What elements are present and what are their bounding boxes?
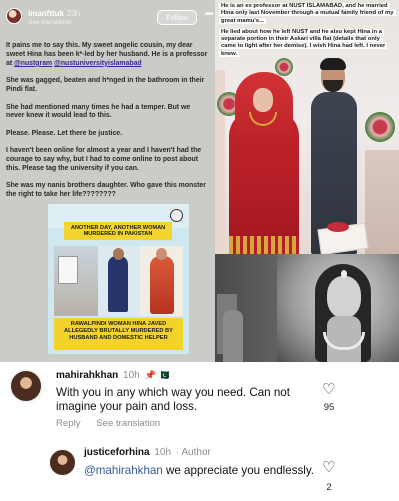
post-body: It pains me to say this. My sweet angeli…: [6, 42, 209, 208]
post-paragraph-2: She was gagged, beaten and h*nged in the…: [6, 77, 205, 94]
bride-dress-border: [229, 236, 299, 254]
post-paragraph-6: She was my nanis brothers daughter. Who …: [6, 182, 206, 199]
reply-like-count: 2: [326, 482, 332, 493]
woman-head: [156, 248, 167, 260]
portrait-tikka: [341, 270, 347, 278]
comment-section: mahirahkhan 10h 📌 🇵🇰 With you in any whi…: [0, 362, 399, 501]
post-paragraph-1: It pains me to say this. My sweet angeli…: [6, 42, 209, 69]
reply-body: we appreciate you endlessly.: [162, 464, 315, 477]
commenter-avatar[interactable]: [9, 369, 43, 403]
comment-time: 10h: [123, 370, 140, 381]
reply-author-label: · Author: [175, 447, 211, 458]
mention-nustuniversity[interactable]: @nustuniversityislamabad: [54, 60, 142, 67]
portrait-bystander: [223, 310, 243, 362]
post-paragraph-5: I haven't been online for almost a year …: [6, 147, 202, 173]
news-photo: [54, 246, 183, 316]
post-header: imanfttuk 23h See translation Follow •••: [6, 6, 213, 32]
post-time: 23h: [67, 9, 81, 18]
poster-username[interactable]: imanfttuk 23h: [28, 9, 80, 18]
reply-mention[interactable]: @mahirahkhan: [84, 464, 163, 477]
reply-author-avatar[interactable]: [49, 449, 76, 476]
wedding-caption: He is an ex professor at NUST ISLAMABAD,…: [219, 3, 396, 58]
mention-nustgram[interactable]: @nustgram: [14, 60, 52, 67]
groom-hair: [320, 58, 346, 70]
comment-badge-emoji: 📌 🇵🇰: [144, 370, 170, 380]
reply-header: justiceforhina 10h · Author: [84, 447, 211, 458]
flower-arrangement: [365, 112, 395, 142]
heart-icon[interactable]: ♡: [322, 382, 335, 397]
comment-header: mahirahkhan 10h 📌 🇵🇰: [56, 370, 169, 381]
post-paragraph-4: Please. Please. Let there be justice.: [6, 129, 123, 137]
flower-arrangement: [275, 58, 293, 76]
post-see-translation[interactable]: See translation: [28, 19, 71, 26]
heart-icon[interactable]: ♡: [322, 460, 335, 475]
gift-ribbon: [327, 222, 349, 232]
stage-backdrop: [365, 150, 399, 254]
news-photo-woman: [140, 246, 183, 316]
wedding-caption-1: He is an ex professor at NUST ISLAMABAD,…: [219, 3, 396, 24]
comment-actions: Reply See translation: [56, 418, 160, 429]
bride-face: [253, 88, 273, 112]
reply-link[interactable]: Reply: [56, 418, 81, 429]
news-photo-man: [98, 246, 140, 316]
portrait-face: [327, 276, 361, 318]
portrait-photo: [215, 254, 399, 362]
news-photo-sign: [58, 256, 78, 284]
man-head: [113, 248, 124, 260]
comment-text: With you in any which way you need. Can …: [56, 386, 290, 413]
man-figure: [108, 256, 128, 312]
woman-figure: [150, 256, 174, 314]
commenter-username[interactable]: mahirahkhan: [56, 370, 118, 381]
post-paragraph-3: She had mentioned many times he had a te…: [6, 103, 191, 120]
news-logo-icon: [170, 209, 183, 222]
post-panel: imanfttuk 23h See translation Follow ••• …: [0, 0, 215, 362]
poster-username-text[interactable]: imanfttuk: [28, 9, 64, 18]
wedding-caption-2: He lied about how he left NUST and he al…: [219, 28, 388, 57]
follow-button[interactable]: Follow: [157, 10, 197, 25]
news-graphic[interactable]: ANOTHER DAY, ANOTHER WOMAN MURDERED IN P…: [48, 204, 189, 354]
news-badge: ANOTHER DAY, ANOTHER WOMAN MURDERED IN P…: [64, 222, 172, 240]
reply-text: @mahirahkhan we appreciate you endlessly…: [84, 464, 334, 478]
comment-see-translation[interactable]: See translation: [96, 418, 160, 429]
news-headline: RAWALPINDI WOMAN HINA JAVED ALLEGEDLY BR…: [54, 318, 183, 350]
reply-time: 10h: [154, 447, 172, 458]
wedding-caption-2-wrap: He lied about how he left NUST and he al…: [219, 28, 395, 58]
more-options-icon[interactable]: •••: [205, 9, 213, 20]
news-photo-scene: [54, 246, 98, 316]
comment-like-count: 95: [323, 402, 335, 413]
poster-avatar[interactable]: [6, 8, 22, 24]
wedding-photo: He is an ex professor at NUST ISLAMABAD,…: [215, 0, 399, 254]
reply-username[interactable]: justiceforhina: [84, 447, 150, 458]
